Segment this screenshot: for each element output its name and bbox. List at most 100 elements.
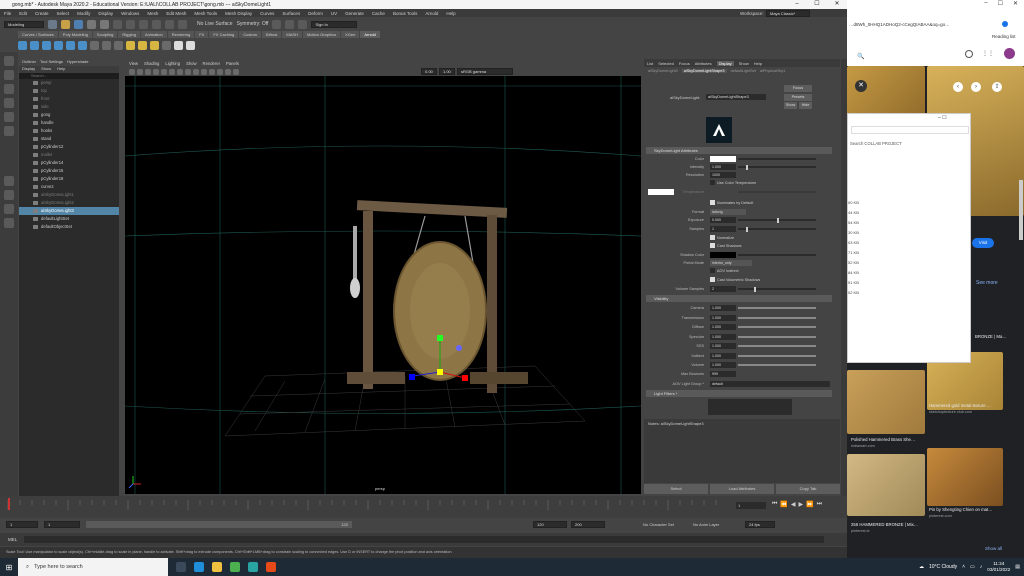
tab-outliner[interactable]: Outliner — [22, 59, 36, 66]
volume-icon[interactable]: ♪ — [980, 564, 983, 570]
exposure-field[interactable]: 0.000 — [710, 217, 736, 223]
menu-mesh-display[interactable]: Mesh Display — [225, 11, 252, 16]
visibility-slider[interactable] — [738, 345, 816, 347]
outliner-item[interactable]: front — [19, 95, 119, 103]
explorer-window-controls[interactable]: – ☐ — [938, 115, 947, 121]
section-light-filters[interactable]: Light Filters * — [646, 390, 832, 397]
light-filters-list[interactable] — [708, 399, 792, 415]
max-bounces-field[interactable]: 999 — [710, 371, 736, 377]
shelf-tab-fx[interactable]: FX — [195, 31, 209, 38]
windows-start-icon[interactable]: ⊞ — [0, 563, 18, 572]
outliner-item[interactable]: pCylinder18 — [19, 175, 119, 183]
exposure-field[interactable]: 0.00 — [421, 68, 437, 75]
outliner-item[interactable]: pCylinder12 — [19, 143, 119, 151]
range-bar[interactable]: 120 — [86, 521, 352, 528]
viewport-menu-lighting[interactable]: Lighting — [165, 61, 180, 66]
current-frame-field[interactable]: 1 — [736, 502, 766, 509]
open-scene-icon[interactable] — [61, 19, 70, 29]
visibility-field[interactable]: 1.000 — [710, 362, 736, 368]
outliner-item[interactable]: gong — [19, 111, 119, 119]
rotate-tool-icon[interactable] — [4, 112, 14, 122]
arnold-camera-icon[interactable] — [174, 40, 183, 50]
camera-bookmark-icon[interactable] — [137, 68, 143, 75]
gamma-field[interactable]: 1.00 — [439, 68, 455, 75]
anim-start-field[interactable]: 1 — [6, 521, 38, 528]
close-button[interactable]: ✕ — [827, 0, 847, 9]
shelf-tab-curves-surfaces[interactable]: Curves / Surfaces — [18, 31, 58, 38]
arnold-stereo-icon[interactable] — [186, 40, 195, 50]
viewport-menu-panels[interactable]: Panels — [226, 61, 239, 66]
color-slider[interactable] — [738, 158, 816, 160]
move-tool-icon[interactable] — [4, 98, 14, 108]
shelf-tab-rendering[interactable]: Rendering — [167, 31, 195, 38]
shelf-tab-arnold[interactable]: Arnold — [360, 31, 380, 38]
select-tool-icon[interactable] — [4, 56, 14, 66]
viewport-menu-renderer[interactable]: Renderer — [203, 61, 220, 66]
viewport-menu-show[interactable]: Show — [186, 61, 196, 66]
next-image-icon[interactable]: › — [971, 82, 981, 92]
image-thumbnail[interactable] — [847, 370, 925, 434]
shelf-tab-fx-caching[interactable]: FX Caching — [209, 31, 239, 38]
samples-slider-handle[interactable] — [745, 227, 748, 232]
fps-dropdown[interactable]: 24 fps — [745, 521, 775, 528]
sign-in-dropdown[interactable]: Sign In — [311, 20, 358, 28]
outliner-item[interactable]: aiSkyDomeLight2 — [19, 199, 119, 207]
redo-icon[interactable] — [100, 19, 109, 29]
menu-modify[interactable]: Modify — [77, 11, 90, 16]
file-explorer-icon[interactable] — [212, 562, 222, 572]
menu-surfaces[interactable]: Surfaces — [282, 11, 300, 16]
range-end-field[interactable]: 120 — [533, 521, 567, 528]
color-swatch[interactable] — [710, 156, 736, 162]
maximize-button[interactable]: ☐ — [807, 0, 827, 9]
browser-close-button[interactable]: ✕ — [1013, 0, 1018, 7]
anim-end-field[interactable]: 200 — [571, 521, 605, 528]
shadow-color-slider[interactable] — [738, 254, 816, 256]
go-to-end-icon[interactable]: ⏭ — [817, 501, 822, 508]
visibility-field[interactable]: 1.000 — [710, 352, 736, 359]
taskbar-search-box[interactable]: ⌕ Type here to search — [18, 558, 168, 576]
weather-icon[interactable]: ☁ — [919, 564, 924, 570]
perspective-viewport[interactable]: persp — [125, 76, 641, 494]
step-forward-key-icon[interactable]: ⏩ — [806, 501, 813, 508]
menu-uv[interactable]: UV — [331, 11, 337, 16]
section-visibility[interactable]: Visibility — [646, 295, 832, 302]
tab-tool-settings[interactable]: Tool Settings — [40, 59, 63, 66]
undo-icon[interactable] — [87, 19, 96, 29]
ipr-render-icon[interactable] — [285, 19, 295, 29]
go-to-start-icon[interactable]: ⏮ — [772, 501, 777, 508]
menu-cache[interactable]: Cache — [372, 11, 385, 16]
ae-menu-focus[interactable]: Focus — [679, 61, 690, 66]
search-icon[interactable]: 🔍 — [857, 53, 864, 60]
lasso-tool-icon[interactable] — [4, 70, 14, 80]
outliner-item[interactable]: hooks — [19, 127, 119, 135]
normalize-checkbox[interactable] — [710, 235, 715, 240]
select-hierarchy-icon[interactable] — [113, 19, 122, 29]
visibility-field[interactable]: 1.000 — [710, 305, 736, 311]
new-scene-icon[interactable] — [48, 19, 57, 29]
shelf-tab-rigging[interactable]: Rigging — [118, 31, 140, 38]
clock[interactable]: 11:24 03/01/2022 — [987, 561, 1010, 573]
volume-samples-slider-handle[interactable] — [753, 287, 756, 292]
show-all-link[interactable]: Show all — [985, 546, 1002, 551]
arnold-curve-collector-icon[interactable] — [126, 40, 135, 50]
image-thumbnail[interactable] — [847, 454, 925, 516]
node-tab-physical-sky[interactable]: aiPhysicalSky1 — [760, 69, 786, 73]
hide-button[interactable]: Hide — [799, 102, 812, 109]
result-caption[interactable]: Polished Hammered Brass She… — [851, 437, 915, 442]
presets-button[interactable]: Presets — [784, 94, 812, 101]
menu-mesh-tools[interactable]: Mesh Tools — [194, 11, 217, 16]
focus-button[interactable]: Focus — [784, 85, 812, 92]
visibility-slider[interactable] — [738, 354, 816, 357]
visibility-slider[interactable] — [738, 307, 816, 309]
step-back-key-icon[interactable]: ⏪ — [780, 501, 787, 508]
tab-hypershade[interactable]: Hypershade — [67, 59, 89, 66]
shelf-tab-custom[interactable]: Custom — [239, 31, 262, 38]
resolution-gate-icon[interactable] — [169, 68, 175, 75]
cast-volumetric-checkbox[interactable] — [710, 277, 715, 282]
scale-tool-icon[interactable] — [4, 126, 14, 136]
mel-label[interactable]: MEL — [8, 537, 17, 542]
intensity-slider[interactable] — [738, 166, 816, 168]
image-plane-icon[interactable] — [145, 68, 151, 75]
maya-taskbar-icon[interactable] — [248, 562, 258, 572]
cast-shadows-checkbox[interactable] — [710, 243, 715, 248]
